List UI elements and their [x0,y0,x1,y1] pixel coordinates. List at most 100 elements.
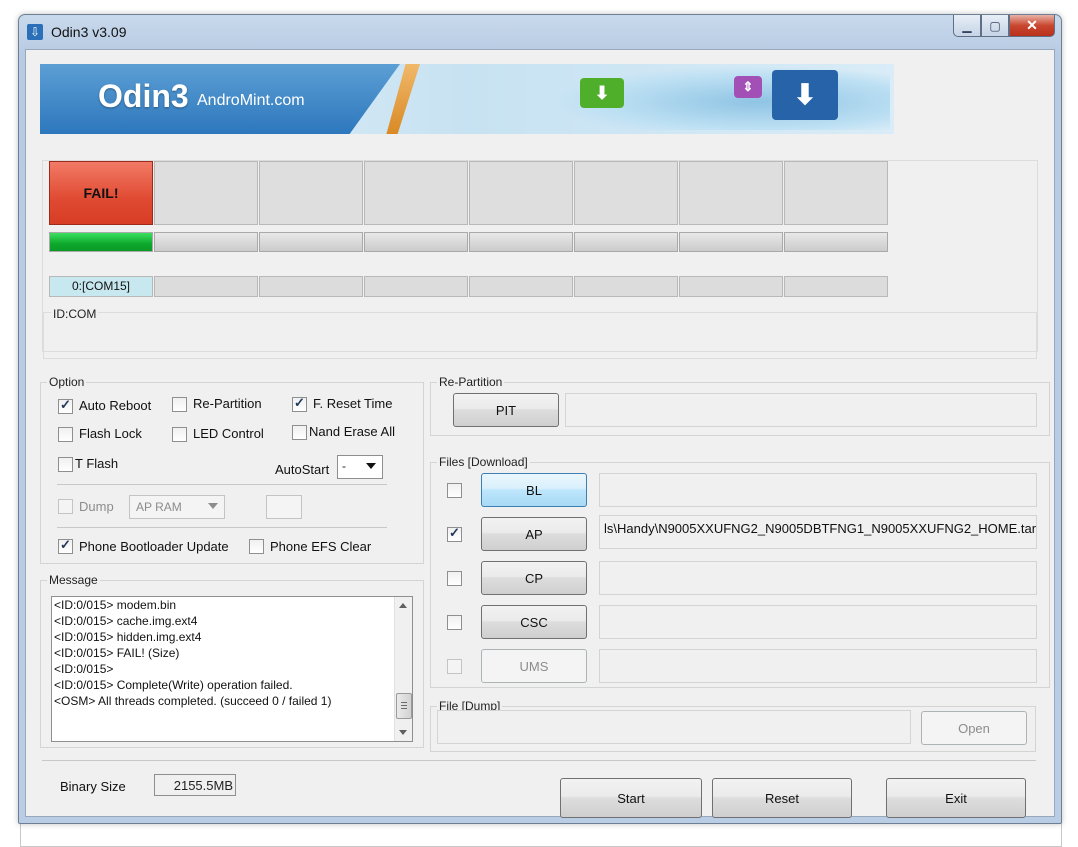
t-flash-label[interactable]: T Flash [75,456,118,471]
background-window [20,820,1062,847]
device-slot-7 [679,161,783,225]
grip-line [401,708,407,709]
pit-path-field[interactable] [565,393,1037,427]
com-port-5 [469,276,573,297]
flash-lock-checkbox[interactable] [58,427,73,442]
bl-checkbox[interactable] [447,483,462,498]
banner-subtitle: AndroMint.com [197,92,305,109]
autostart-label: AutoStart [275,462,330,477]
auto-reboot-label[interactable]: Auto Reboot [79,398,151,413]
option-separator [57,484,387,485]
start-button[interactable]: Start [560,778,702,818]
progress-bar-5 [469,232,573,252]
csc-path-field[interactable] [599,605,1037,639]
title-bar[interactable]: ⇩ Odin3 v3.09 ▁ ▢ ✕ [19,15,1061,49]
dump-label: Dump [79,499,114,514]
maximize-button[interactable]: ▢ [981,15,1009,37]
auto-reboot-checkbox[interactable] [58,397,73,414]
repartition-group: Re-Partition PIT [430,375,1050,436]
device-slot-8 [784,161,888,225]
window-controls: ▁ ▢ ✕ [953,15,1055,37]
dump-path-field[interactable] [437,710,911,744]
ums-checkbox[interactable] [447,659,462,674]
ums-path-field[interactable] [599,649,1037,683]
com-port-8 [784,276,888,297]
dump-type-select[interactable]: AP RAM [129,495,225,519]
t-flash-checkbox[interactable] [58,457,73,472]
re-partition-label[interactable]: Re-Partition [193,396,262,411]
device-slot-3 [259,161,363,225]
progress-bar-1 [49,232,153,252]
minimize-icon: ▁ [962,18,972,33]
progress-bar-8 [784,232,888,252]
green-download-icon: ⬇ [580,78,624,108]
phone-efs-clear-label[interactable]: Phone EFS Clear [270,539,371,554]
device-slot-1: FAIL! [49,161,153,225]
cp-path-field[interactable] [599,561,1037,595]
close-icon: ✕ [1026,17,1038,33]
id-com-box [43,312,1037,359]
ap-button[interactable]: AP [481,517,587,551]
log-line: <ID:0/015> hidden.img.ext4 [54,630,202,644]
autostart-select[interactable]: - [337,455,383,479]
nand-erase-all-checkbox[interactable] [292,425,307,440]
scroll-thumb[interactable] [396,693,412,719]
exit-button[interactable]: Exit [886,778,1026,818]
flash-lock-label[interactable]: Flash Lock [79,426,142,441]
log-line: <ID:0/015> modem.bin [54,598,177,612]
repartition-group-label: Re-Partition [437,375,505,389]
chevron-down-icon [208,503,218,509]
file-dump-group: File [Dump] Open [430,699,1036,752]
banner-title: Odin3 [98,78,189,114]
dump-address-field[interactable] [266,495,302,519]
files-download-label: Files [Download] [437,455,530,469]
odin-banner: Odin3 AndroMint.com ⬇ ⇕ ⬇ [40,64,894,134]
nand-erase-all-label[interactable]: Nand Erase All [309,424,395,439]
window-title: Odin3 v3.09 [51,24,127,40]
csc-button[interactable]: CSC [481,605,587,639]
device-slot-6 [574,161,678,225]
reset-button[interactable]: Reset [712,778,852,818]
blue-download-icon: ⬇ [772,70,838,120]
open-button[interactable]: Open [921,711,1027,745]
progress-bar-3 [259,232,363,252]
ums-button[interactable]: UMS [481,649,587,683]
pit-button[interactable]: PIT [453,393,559,427]
footer-divider [42,760,1036,761]
re-partition-checkbox[interactable] [172,397,187,412]
close-button[interactable]: ✕ [1009,15,1055,37]
grip-line [401,702,407,703]
binary-size-value: 2155.5MB [154,774,236,796]
files-download-group: Files [Download] BL AP ls\Handy\N9005XXU… [430,455,1050,688]
bl-path-field[interactable] [599,473,1037,507]
scroll-down-icon[interactable] [399,730,407,735]
phone-efs-clear-checkbox[interactable] [249,539,264,554]
autostart-value: - [342,459,346,473]
purple-transfer-icon: ⇕ [734,76,762,98]
message-scrollbar[interactable] [394,597,412,741]
progress-fill [50,233,152,251]
cp-checkbox[interactable] [447,571,462,586]
cp-button[interactable]: CP [481,561,587,595]
led-control-checkbox[interactable] [172,427,187,442]
binary-size-label: Binary Size [60,779,126,794]
ap-path-field[interactable]: ls\Handy\N9005XXUFNG2_N9005DBTFNG1_N9005… [599,515,1037,549]
bl-button[interactable]: BL [481,473,587,507]
scroll-up-icon[interactable] [399,603,407,608]
device-slot-5 [469,161,573,225]
phone-bootloader-update-checkbox[interactable] [58,537,73,554]
f-reset-time-checkbox[interactable] [292,395,307,412]
csc-checkbox[interactable] [447,615,462,630]
led-control-label[interactable]: LED Control [193,426,264,441]
ap-checkbox[interactable] [447,525,462,542]
progress-bar-7 [679,232,783,252]
minimize-button[interactable]: ▁ [953,15,981,37]
dump-checkbox[interactable] [58,499,73,514]
message-group-label: Message [47,573,100,587]
phone-bootloader-update-label[interactable]: Phone Bootloader Update [79,539,229,554]
message-log[interactable]: <ID:0/015> modem.bin <ID:0/015> cache.im… [51,596,413,742]
com-port-7 [679,276,783,297]
f-reset-time-label[interactable]: F. Reset Time [313,396,392,411]
chevron-down-icon [366,463,376,469]
maximize-icon: ▢ [989,18,1001,33]
